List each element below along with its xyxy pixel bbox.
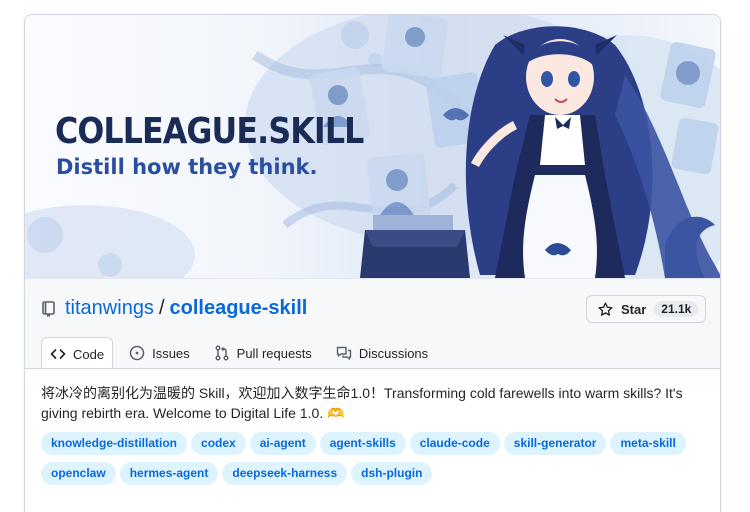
- discussions-icon: [336, 346, 352, 360]
- pull-request-icon: [215, 345, 229, 361]
- tab-discussions-label: Discussions: [358, 345, 429, 361]
- topic-tag[interactable]: meta-skill: [610, 432, 686, 455]
- star-count: 21.1k: [654, 301, 699, 317]
- topic-tag[interactable]: ai-agent: [249, 432, 316, 455]
- star-icon: [598, 301, 613, 316]
- topic-tag[interactable]: skill-generator: [503, 432, 607, 455]
- code-icon: [50, 349, 66, 359]
- repo-name-link[interactable]: colleague-skill: [170, 297, 308, 320]
- issue-icon: [129, 345, 145, 361]
- repo-tabs: Code Issues Pull requests Discussions: [41, 337, 444, 370]
- repo-icon: [42, 300, 55, 317]
- tab-pull-requests[interactable]: Pull requests: [206, 337, 320, 369]
- topic-tag[interactable]: dsh-plugin: [351, 462, 433, 485]
- topic-tag[interactable]: hermes-agent: [119, 462, 219, 485]
- topic-tag[interactable]: codex: [191, 432, 246, 455]
- repo-separator: /: [158, 297, 165, 319]
- tab-pull-requests-label: Pull requests: [236, 345, 312, 361]
- repo-header: titanwings / colleague-skill Star 21.1k …: [25, 278, 720, 370]
- repo-about: 将冰冷的离别化为温暖的 Skill，欢迎加入数字生命1.0！Transformi…: [25, 368, 720, 512]
- social-preview-banner: COLLEAGUE.SKILL Distill how they think.: [25, 15, 720, 278]
- repo-description: 将冰冷的离别化为温暖的 Skill，欢迎加入数字生命1.0！Transformi…: [41, 385, 683, 421]
- star-label: Star: [621, 301, 647, 317]
- star-button[interactable]: Star 21.1k: [586, 295, 706, 323]
- tab-discussions[interactable]: Discussions: [328, 337, 436, 369]
- banner-title: COLLEAGUE.SKILL: [55, 111, 364, 152]
- topic-tag[interactable]: claude-code: [409, 432, 500, 455]
- repo-title: titanwings / colleague-skill: [41, 297, 307, 320]
- topic-tag[interactable]: openclaw: [41, 462, 116, 485]
- topic-list: knowledge-distillation codex ai-agent agent…: [41, 432, 701, 485]
- repo-card: COLLEAGUE.SKILL Distill how they think. …: [24, 14, 721, 512]
- topic-tag[interactable]: deepseek-harness: [222, 462, 348, 485]
- banner-subtitle: Distill how they think.: [56, 155, 318, 179]
- tab-code[interactable]: Code: [41, 337, 114, 370]
- tab-issues-label: Issues: [152, 345, 190, 361]
- repo-owner-link[interactable]: titanwings: [65, 297, 154, 320]
- tab-issues[interactable]: Issues: [121, 337, 198, 369]
- tab-code-label: Code: [73, 346, 105, 362]
- topic-tag[interactable]: knowledge-distillation: [41, 432, 188, 455]
- topic-tag[interactable]: agent-skills: [319, 432, 406, 455]
